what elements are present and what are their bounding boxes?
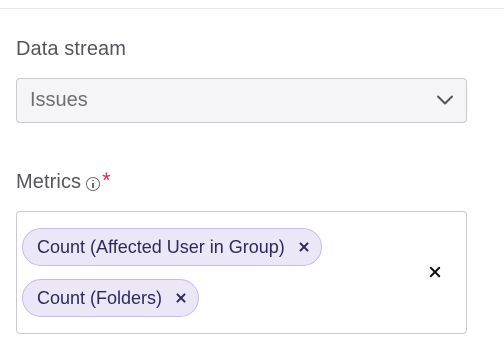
metric-chip: Count (Affected User in Group)	[22, 228, 322, 266]
metric-chip-label: Count (Folders)	[37, 287, 163, 308]
close-icon[interactable]	[297, 240, 311, 254]
metric-chip: Count (Folders)	[22, 279, 200, 317]
data-stream-select[interactable]: Issues	[16, 78, 467, 123]
metrics-label-group: Metrics *	[16, 168, 111, 194]
metrics-label: Metrics	[16, 171, 82, 193]
top-divider	[0, 8, 504, 9]
data-stream-label: Data stream	[16, 38, 127, 60]
required-marker: *	[102, 168, 111, 193]
clear-all-close-icon[interactable]	[428, 265, 442, 279]
metric-chip-label: Count (Affected User in Group)	[37, 236, 285, 257]
close-icon[interactable]	[174, 291, 188, 305]
chevron-down-icon	[437, 95, 453, 105]
info-icon[interactable]	[86, 176, 101, 191]
data-stream-selected-value: Issues	[30, 89, 88, 111]
